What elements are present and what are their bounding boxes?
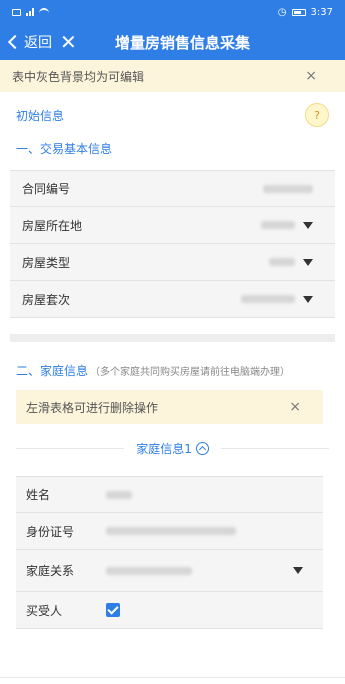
family-relation-select[interactable]: 家庭关系 [16, 550, 323, 592]
help-icon[interactable]: ? [305, 103, 329, 127]
property-location-value [261, 221, 295, 229]
family-header-label: 家庭信息1 [136, 441, 192, 456]
name-label: 姓名 [26, 488, 51, 502]
swipe-notice-close-button[interactable]: × [289, 399, 301, 415]
section2-title-text: 二、家庭信息 [16, 363, 89, 378]
family-relation-value [106, 566, 192, 575]
initial-info-link[interactable]: 初始信息 [16, 107, 64, 124]
buyer-row: 买受人 [16, 592, 323, 629]
section-title-transaction: 一、交易基本信息 [0, 134, 345, 162]
property-type-select[interactable]: 房屋类型 [10, 244, 335, 281]
swipe-notice-text: 左滑表格可进行删除操作 [26, 400, 159, 415]
section-title-family: 二、家庭信息 （多个家庭共同购买房屋请前往电脑端办理） [0, 356, 345, 384]
bottom-divider [0, 677, 345, 678]
status-time: 3:37 [310, 6, 333, 18]
section-divider [10, 334, 335, 342]
dropdown-arrow-icon [303, 258, 313, 266]
status-bar: ◷ 3:37 [0, 0, 345, 24]
nav-bar: 返回 ✕ 增量房销售信息采集 [0, 24, 345, 60]
contract-number-row[interactable]: 合同编号 [10, 170, 335, 207]
close-button[interactable]: ✕ [60, 32, 77, 52]
dropdown-arrow-icon [303, 221, 313, 229]
contract-number-label: 合同编号 [22, 182, 71, 196]
swipe-notice: 左滑表格可进行删除操作 × [16, 390, 323, 424]
family-relation-label: 家庭关系 [26, 564, 75, 578]
id-number-value [106, 527, 236, 535]
dropdown-arrow-icon [293, 567, 303, 574]
editable-notice: 表中灰色背景均为可编辑 × [0, 60, 345, 92]
battery-icon [291, 8, 306, 16]
id-number-field[interactable]: 身份证号 [16, 513, 323, 550]
buyer-label: 买受人 [26, 603, 63, 618]
family-header[interactable]: 家庭信息1 [16, 430, 329, 466]
property-location-label: 房屋所在地 [22, 218, 83, 233]
notice-close-button[interactable]: × [305, 68, 317, 84]
back-button[interactable]: 返回 [7, 32, 52, 52]
collapse-icon[interactable] [195, 441, 209, 455]
initial-info-row: 初始信息 ? [0, 96, 345, 134]
wifi-icon [39, 8, 49, 16]
property-type-value [269, 258, 295, 266]
property-type-label: 房屋类型 [22, 255, 71, 270]
id-number-label: 身份证号 [26, 524, 75, 539]
property-count-select[interactable]: 房屋套次 [10, 281, 335, 318]
back-label: 返回 [24, 35, 52, 51]
contract-number-value [263, 184, 313, 193]
notice-text: 表中灰色背景均为可编辑 [12, 69, 145, 84]
property-count-value [241, 295, 295, 303]
property-location-select[interactable]: 房屋所在地 [10, 207, 335, 244]
alarm-icon: ◷ [277, 6, 287, 18]
dropdown-arrow-icon [303, 295, 313, 303]
buyer-checkbox[interactable] [106, 603, 120, 617]
chevron-left-icon [7, 34, 23, 50]
name-value [106, 490, 132, 499]
section1-title-text: 一、交易基本信息 [16, 141, 113, 156]
section2-subtitle: （多个家庭共同购买房屋请前往电脑端办理） [90, 366, 291, 378]
signal-icon [26, 8, 34, 16]
name-field[interactable]: 姓名 [16, 476, 323, 513]
hd-icon [12, 8, 21, 16]
property-count-label: 房屋套次 [22, 292, 71, 307]
